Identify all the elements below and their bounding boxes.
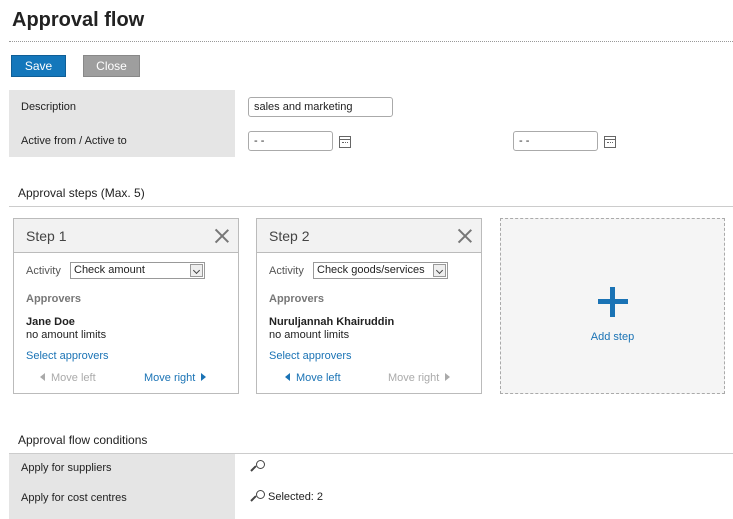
page-title: Approval flow: [12, 9, 145, 31]
active-dates-label: Active from / Active to: [21, 135, 127, 147]
description-label: Description: [21, 101, 77, 113]
calendar-icon[interactable]: [604, 136, 616, 148]
conditions-heading: Approval flow conditions: [18, 433, 148, 447]
cost-centres-selected: Selected: 2: [268, 491, 324, 503]
activity-label: Activity: [26, 265, 61, 277]
move-right-button[interactable]: Move right: [388, 372, 451, 384]
triangle-right-icon: [445, 373, 451, 381]
move-right-label: Move right: [388, 372, 440, 384]
calendar-icon[interactable]: [339, 136, 351, 148]
approver-limit: no amount limits: [269, 329, 350, 341]
activity-label: Activity: [269, 265, 304, 277]
move-right-button[interactable]: Move right: [144, 372, 207, 384]
select-approvers-link[interactable]: Select approvers: [269, 350, 352, 362]
chevron-down-icon: [190, 264, 203, 277]
close-icon[interactable]: [457, 228, 473, 244]
search-icon[interactable]: [250, 490, 265, 505]
close-icon[interactable]: [214, 228, 230, 244]
plus-icon: [598, 287, 628, 317]
add-step-label: Add step: [590, 331, 635, 343]
approver-name: Jane Doe: [26, 316, 75, 328]
step-title: Step 2: [269, 228, 310, 244]
approvers-label: Approvers: [26, 293, 82, 305]
suppliers-label: Apply for suppliers: [21, 462, 112, 474]
active-to-input[interactable]: - -: [513, 131, 598, 151]
close-button[interactable]: Close: [83, 55, 140, 77]
move-left-button[interactable]: Move left: [40, 372, 96, 384]
move-left-label: Move left: [51, 372, 96, 384]
approval-steps-heading: Approval steps (Max. 5): [18, 186, 145, 200]
activity-select[interactable]: Check amount: [70, 262, 205, 279]
step-card-1: Step 1 Activity Check amount Approvers J…: [13, 218, 239, 394]
step-title: Step 1: [26, 228, 67, 244]
move-left-button[interactable]: Move left: [285, 372, 341, 384]
cost-centres-label: Apply for cost centres: [21, 492, 127, 504]
triangle-left-icon: [285, 373, 290, 381]
add-step-button[interactable]: Add step: [500, 218, 725, 394]
approvers-label: Approvers: [269, 293, 325, 305]
move-right-label: Move right: [144, 372, 196, 384]
triangle-right-icon: [201, 373, 207, 381]
activity-select[interactable]: Check goods/services: [313, 262, 448, 279]
section-divider: [9, 206, 733, 207]
description-input[interactable]: sales and marketing: [248, 97, 393, 117]
approver-limit: no amount limits: [26, 329, 107, 341]
save-button[interactable]: Save: [11, 55, 66, 77]
move-left-label: Move left: [296, 372, 341, 384]
select-approvers-link[interactable]: Select approvers: [26, 350, 109, 362]
search-icon[interactable]: [250, 460, 265, 475]
step-header: Step 1: [14, 219, 238, 253]
step-header: Step 2: [257, 219, 481, 253]
chevron-down-icon: [433, 264, 446, 277]
title-divider: [9, 41, 733, 42]
triangle-left-icon: [40, 373, 45, 381]
approver-name: Nuruljannah Khairuddin: [269, 316, 395, 328]
step-card-2: Step 2 Activity Check goods/services App…: [256, 218, 482, 394]
activity-value: Check goods/services: [317, 264, 425, 276]
activity-value: Check amount: [74, 264, 145, 276]
active-from-input[interactable]: - -: [248, 131, 333, 151]
